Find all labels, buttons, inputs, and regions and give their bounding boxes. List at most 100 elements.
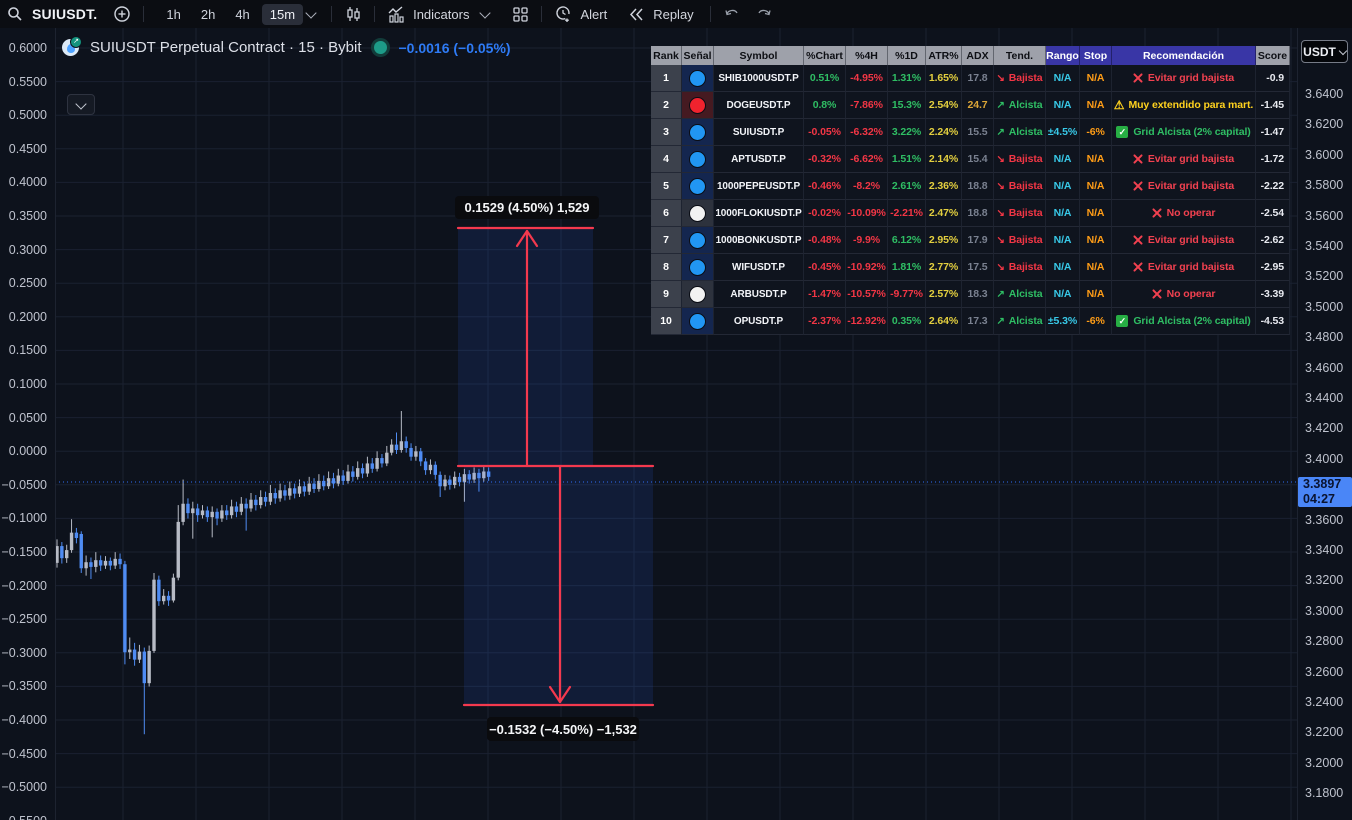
recommendation-cell: Evitar grid bajista bbox=[1112, 146, 1256, 173]
timeframe-chevron-icon[interactable] bbox=[305, 7, 316, 18]
table-row: 51000PEPEUSDT.P-0.46%-8.2%2.61%2.36%18.8… bbox=[651, 173, 1290, 200]
column-header-se-al: Señal bbox=[682, 46, 714, 65]
symbol-name[interactable]: SUIUSDT. bbox=[32, 6, 97, 22]
signal-cell bbox=[682, 173, 714, 200]
rango-cell: N/A bbox=[1046, 227, 1080, 254]
market-status-icon[interactable] bbox=[371, 38, 390, 57]
trend-cell: ↘Bajista bbox=[994, 65, 1046, 92]
undo-icon[interactable] bbox=[721, 3, 743, 25]
left-axis-tick: −0.0500 bbox=[0, 477, 55, 493]
right-axis-tick: 3.2800 bbox=[1298, 633, 1352, 649]
rank-cell: 9 bbox=[651, 281, 682, 308]
d1-pct-cell: 1.51% bbox=[888, 146, 926, 173]
layout-grid-icon[interactable] bbox=[509, 3, 531, 25]
symbol-cell: 1000PEPEUSDT.P bbox=[714, 173, 804, 200]
adx-cell: 15.5 bbox=[962, 119, 994, 146]
symbol-cell: SHIB1000USDT.P bbox=[714, 65, 804, 92]
adx-cell: 17.9 bbox=[962, 227, 994, 254]
rango-cell: N/A bbox=[1046, 200, 1080, 227]
currency-selector[interactable]: USDT bbox=[1301, 40, 1348, 63]
alert-button[interactable]: Alert bbox=[552, 3, 607, 25]
indicators-label: Indicators bbox=[413, 7, 469, 22]
d1-pct-cell: 6.12% bbox=[888, 227, 926, 254]
signal-cell bbox=[682, 308, 714, 335]
stop-cell: N/A bbox=[1080, 227, 1112, 254]
atr-cell: 2.95% bbox=[926, 227, 962, 254]
d1-pct-cell: 1.31% bbox=[888, 65, 926, 92]
replay-button[interactable]: Replay bbox=[625, 3, 693, 25]
right-axis-tick: 3.2600 bbox=[1298, 664, 1352, 680]
legend-collapse-button[interactable] bbox=[67, 94, 95, 115]
right-price-scale[interactable]: 3.64003.62003.60003.58003.56003.54003.52… bbox=[1297, 28, 1352, 820]
chart-style-icon[interactable] bbox=[342, 3, 364, 25]
signal-blue-icon bbox=[689, 178, 706, 195]
redo-icon[interactable] bbox=[753, 3, 775, 25]
left-axis-tick: −0.4500 bbox=[0, 746, 55, 762]
column-header-stop: Stop bbox=[1080, 46, 1112, 65]
rango-cell: N/A bbox=[1046, 281, 1080, 308]
atr-cell: 1.65% bbox=[926, 65, 962, 92]
table-row: 10OPUSDT.P-2.37%-12.92%0.35%2.64%17.3↗Al… bbox=[651, 308, 1290, 335]
right-axis-tick: 3.4200 bbox=[1298, 420, 1352, 436]
right-axis-tick: 3.2400 bbox=[1298, 694, 1352, 710]
timeframe-1h[interactable]: 1h bbox=[158, 4, 188, 25]
stop-cell: N/A bbox=[1080, 146, 1112, 173]
right-axis-tick: 3.4400 bbox=[1298, 390, 1352, 406]
toolbar-divider bbox=[710, 6, 711, 22]
rec-check-icon: ✓ bbox=[1116, 315, 1128, 327]
search-icon[interactable] bbox=[4, 3, 26, 25]
trend-cell: ↗Alcista bbox=[994, 92, 1046, 119]
atr-cell: 2.57% bbox=[926, 281, 962, 308]
alert-clock-icon bbox=[552, 3, 574, 25]
table-row: 9ARBUSDT.P-1.47%-10.57%-9.77%2.57%18.3↗A… bbox=[651, 281, 1290, 308]
indicators-button[interactable]: Indicators bbox=[385, 3, 495, 25]
trading-app: SUIUSDT. 1h2h4h15m Indicators Alert bbox=[0, 0, 1352, 820]
chart-pct-cell: -0.32% bbox=[804, 146, 846, 173]
trend-up-icon: ↗ bbox=[996, 289, 1004, 300]
replay-label: Replay bbox=[653, 7, 693, 22]
signal-white-icon bbox=[689, 205, 706, 222]
adx-cell: 17.8 bbox=[962, 65, 994, 92]
chart-title[interactable]: SUIUSDT Perpetual Contract · 15 · Bybit bbox=[90, 39, 362, 56]
right-axis-tick: 3.4800 bbox=[1298, 329, 1352, 345]
rank-cell: 5 bbox=[651, 173, 682, 200]
recommendation-cell: ✓Grid Alcista (2% capital) bbox=[1112, 119, 1256, 146]
signal-red-icon bbox=[689, 97, 706, 114]
symbol-cell: 1000FLOKIUSDT.P bbox=[714, 200, 804, 227]
left-axis-tick: −0.1500 bbox=[0, 544, 55, 560]
currency-label: USDT bbox=[1303, 45, 1336, 59]
timeframe-15m[interactable]: 15m bbox=[262, 4, 303, 25]
table-row: 8WIFUSDT.P-0.45%-10.92%1.81%2.77%17.5↘Ba… bbox=[651, 254, 1290, 281]
left-axis-tick: 0.3000 bbox=[0, 242, 55, 258]
chart-legend: ↗ SUIUSDT Perpetual Contract · 15 · Bybi… bbox=[62, 38, 511, 57]
left-axis-tick: 0.5500 bbox=[0, 74, 55, 90]
signal-cell bbox=[682, 92, 714, 119]
stop-cell: -6% bbox=[1080, 119, 1112, 146]
rango-cell: N/A bbox=[1046, 65, 1080, 92]
adx-cell: 24.7 bbox=[962, 92, 994, 119]
left-axis-tick: 0.3500 bbox=[0, 208, 55, 224]
trend-cell: ↗Alcista bbox=[994, 281, 1046, 308]
indicators-icon bbox=[385, 3, 407, 25]
left-price-scale[interactable]: 0.60000.55000.50000.45000.40000.35000.30… bbox=[0, 28, 56, 820]
score-cell: -2.95 bbox=[1256, 254, 1290, 281]
rec-x-icon bbox=[1133, 235, 1143, 245]
trend-cell: ↘Bajista bbox=[994, 227, 1046, 254]
timeframe-2h[interactable]: 2h bbox=[193, 4, 223, 25]
adx-cell: 18.8 bbox=[962, 173, 994, 200]
h4-pct-cell: -4.95% bbox=[846, 65, 888, 92]
column-header--4h: %4H bbox=[846, 46, 888, 65]
rank-cell: 10 bbox=[651, 308, 682, 335]
right-axis-tick: 3.5200 bbox=[1298, 268, 1352, 284]
atr-cell: 2.14% bbox=[926, 146, 962, 173]
atr-cell: 2.47% bbox=[926, 200, 962, 227]
trend-cell: ↘Bajista bbox=[994, 200, 1046, 227]
compare-add-icon[interactable] bbox=[111, 3, 133, 25]
signal-cell bbox=[682, 227, 714, 254]
timeframe-4h[interactable]: 4h bbox=[227, 4, 257, 25]
recommendation-cell: No operar bbox=[1112, 200, 1256, 227]
chart-pct-cell: -0.02% bbox=[804, 200, 846, 227]
left-axis-tick: 0.1500 bbox=[0, 342, 55, 358]
toolbar-divider bbox=[143, 6, 144, 22]
left-axis-tick: −0.2500 bbox=[0, 611, 55, 627]
